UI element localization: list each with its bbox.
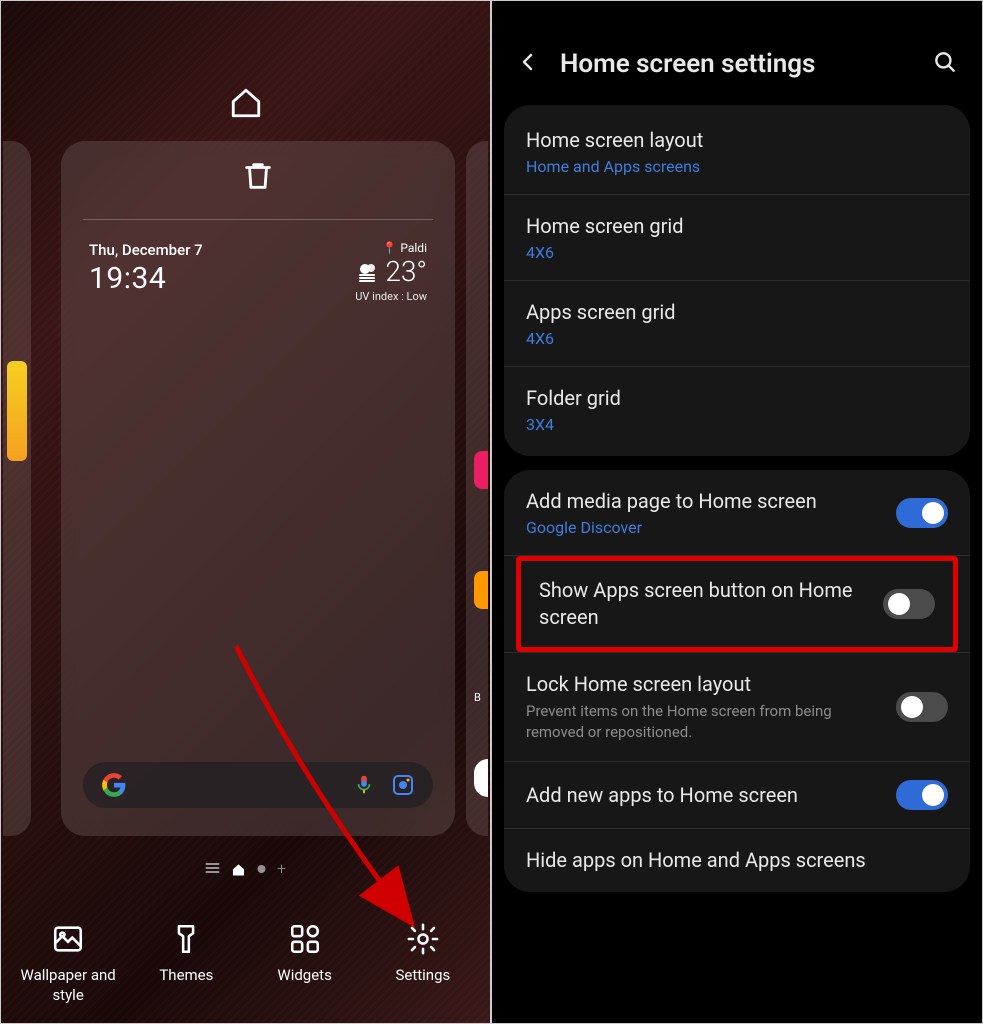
options-settings-group: Add media page to Home screen Google Dis… [504,470,970,892]
themes-label: Themes [159,966,213,986]
show-apps-button-toggle[interactable] [883,589,935,619]
peek-app-icon [474,571,488,609]
page-title: Home screen settings [560,49,815,79]
layout-settings-group: Home screen layout Home and Apps screens… [504,105,970,456]
row-subtitle: Google Discover [526,518,878,537]
row-title: Show Apps screen button on Home screen [539,577,865,631]
lens-icon[interactable] [391,773,415,797]
row-title: Folder grid [526,385,948,412]
add-media-page-toggle[interactable] [896,498,948,528]
wallpaper-icon [51,922,85,956]
location-label: 📍 Paldi [355,241,427,255]
add-new-apps-row[interactable]: Add new apps to Home screen [504,762,970,829]
editor-toolbar: Wallpaper and style Themes Widgets Setti… [9,922,482,1005]
wallpaper-label: Wallpaper and style [13,966,123,1005]
apps-screen-grid-row[interactable]: Apps screen grid 4X6 [504,281,970,367]
peek-app-icon [474,451,488,489]
row-title: Home screen grid [526,213,948,240]
panel-indicator-icon [205,863,219,875]
google-icon [101,772,127,798]
row-title: Home screen layout [526,127,948,154]
row-subtitle: 3X4 [526,415,948,434]
page-indicator: + [205,859,286,878]
weather-icon [355,260,379,284]
divider [83,219,433,220]
hide-apps-row[interactable]: Hide apps on Home and Apps screens [504,829,970,892]
highlight-annotation: Show Apps screen button on Home screen [516,556,958,652]
settings-screen: Home screen settings Home screen layout … [491,0,983,1024]
settings-button[interactable]: Settings [368,922,478,1005]
show-apps-button-row[interactable]: Show Apps screen button on Home screen [521,561,953,647]
back-button[interactable] [516,50,540,78]
uv-label: UV index : Low [355,290,427,303]
row-title: Add new apps to Home screen [526,782,878,809]
home-page-dot [231,862,245,876]
peek-app-label: B [474,691,481,704]
row-title: Add media page to Home screen [526,488,878,515]
add-media-page-row[interactable]: Add media page to Home screen Google Dis… [504,470,970,556]
home-screen-layout-row[interactable]: Home screen layout Home and Apps screens [504,109,970,195]
row-subtitle: 4X6 [526,243,948,262]
settings-header: Home screen settings [492,1,982,105]
themes-icon [169,922,203,956]
home-screen-grid-row[interactable]: Home screen grid 4X6 [504,195,970,281]
row-subtitle: Prevent items on the Home screen from be… [526,701,878,743]
mic-icon[interactable] [353,774,375,796]
home-page-preview[interactable]: Thu, December 7 19:34 📍 Paldi 23° UV ind… [61,141,455,836]
widgets-label: Widgets [277,966,331,986]
settings-label: Settings [395,966,450,986]
row-subtitle: Home and Apps screens [526,157,948,176]
home-icon [229,86,263,124]
row-title: Lock Home screen layout [526,671,878,698]
widgets-icon [288,922,322,956]
row-title: Apps screen grid [526,299,948,326]
time-label: 19:34 [89,261,203,296]
wallpaper-button[interactable]: Wallpaper and style [13,922,123,1005]
home-editor-screen: Thu, December 7 19:34 📍 Paldi 23° UV ind… [0,0,491,1024]
page-dot [257,865,265,873]
trash-icon[interactable] [241,159,275,197]
lock-layout-toggle[interactable] [896,692,948,722]
temperature-label: 23° [355,255,427,288]
row-subtitle: 4X6 [526,329,948,348]
widgets-button[interactable]: Widgets [250,922,360,1005]
search-button[interactable] [932,49,958,79]
google-search-bar[interactable] [83,762,433,808]
lock-layout-row[interactable]: Lock Home screen layout Prevent items on… [504,652,970,762]
themes-button[interactable]: Themes [131,922,241,1005]
gear-icon [406,922,440,956]
row-title: Hide apps on Home and Apps screens [526,847,948,874]
add-new-apps-toggle[interactable] [896,780,948,810]
date-label: Thu, December 7 [89,241,203,259]
add-page-icon[interactable]: + [277,859,286,878]
weather-widget: Thu, December 7 19:34 📍 Paldi 23° UV ind… [89,241,427,303]
folder-grid-row[interactable]: Folder grid 3X4 [504,367,970,452]
peek-app-icon [474,759,488,797]
page-preview-prev[interactable] [3,141,31,836]
